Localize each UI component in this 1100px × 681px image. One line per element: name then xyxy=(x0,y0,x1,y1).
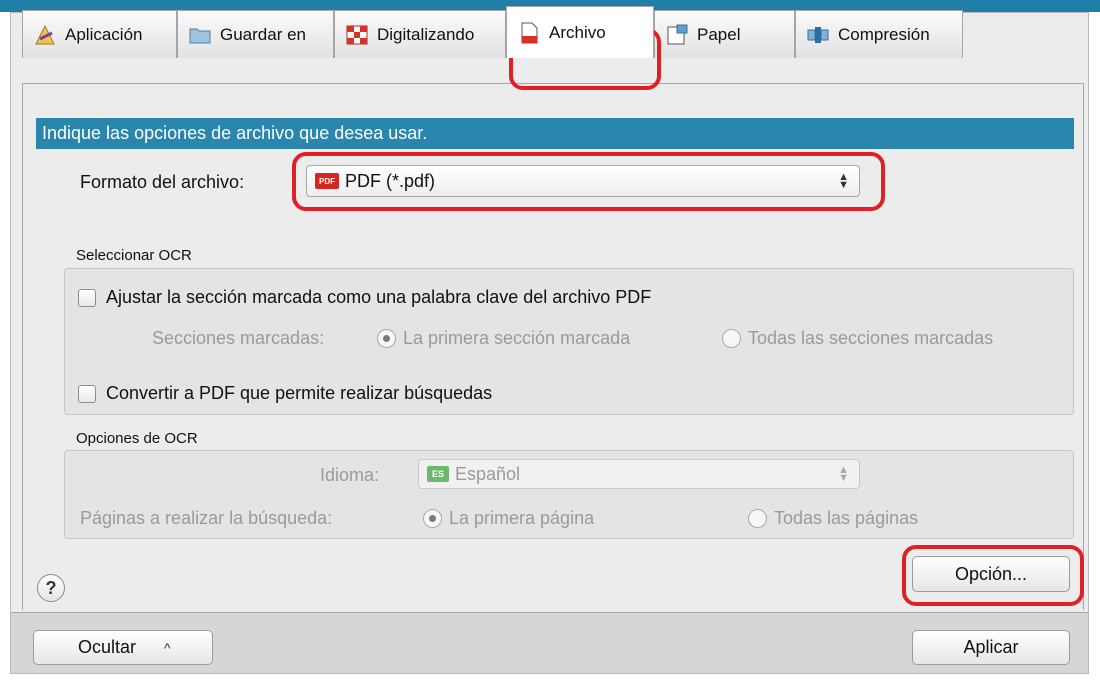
searchable-pdf-checkbox[interactable] xyxy=(78,385,96,403)
file-format-label: Formato del archivo: xyxy=(80,172,245,192)
folder-icon xyxy=(188,24,212,46)
tab-papel[interactable]: Papel xyxy=(654,10,795,58)
tab-digitalizando-label: Digitalizando xyxy=(377,24,475,44)
ocr-options-group-title: Opciones de OCR xyxy=(76,430,198,447)
tab-guardar-en[interactable]: Guardar en xyxy=(177,10,334,58)
chevron-updown-icon: ▲ ▼ xyxy=(838,171,849,191)
option-button[interactable]: Opción... xyxy=(912,556,1070,592)
tab-archivo-label: Archivo xyxy=(549,22,606,42)
hide-button[interactable]: Ocultar ^ xyxy=(33,630,213,665)
language-value: Español xyxy=(455,463,521,484)
keyword-checkbox-label: Ajustar la sección marcada como una pala… xyxy=(106,287,652,307)
tab-aplicacion[interactable]: Aplicación xyxy=(22,10,177,58)
radio-all-marked-sections[interactable] xyxy=(722,329,741,348)
scan-icon xyxy=(345,24,369,46)
tab-aplicacion-label: Aplicación xyxy=(65,24,143,44)
apply-button[interactable]: Aplicar xyxy=(912,630,1070,665)
language-flag-icon: ES xyxy=(427,466,449,482)
radio-all-marked-sections-label: Todas las secciones marcadas xyxy=(748,328,994,348)
tab-compresion[interactable]: Compresión xyxy=(795,10,963,58)
tab-papel-label: Papel xyxy=(697,24,741,44)
tab-archivo[interactable]: Archivo xyxy=(506,6,654,58)
file-icon xyxy=(517,22,541,44)
pdf-icon: PDF xyxy=(315,173,339,189)
application-icon xyxy=(33,24,57,46)
keyword-checkbox[interactable] xyxy=(78,289,96,307)
tab-compresion-label: Compresión xyxy=(838,24,930,44)
searchable-pdf-checkbox-label: Convertir a PDF que permite realizar bús… xyxy=(106,383,493,403)
file-format-value: PDF (*.pdf) xyxy=(345,170,436,191)
help-button[interactable]: ? xyxy=(37,574,65,602)
compression-icon xyxy=(806,24,830,46)
radio-all-pages-label: Todas las páginas xyxy=(774,508,919,528)
ocr-select-group-title: Seleccionar OCR xyxy=(76,247,192,264)
chevron-up-icon: ^ xyxy=(164,639,171,656)
hide-button-label: Ocultar xyxy=(78,637,137,657)
radio-first-page[interactable] xyxy=(423,509,442,528)
language-select[interactable]: ES Español ▲ ▼ xyxy=(418,459,860,489)
radio-first-marked-section-label: La primera sección marcada xyxy=(403,328,631,348)
radio-first-marked-section[interactable] xyxy=(377,329,396,348)
tab-digitalizando[interactable]: Digitalizando xyxy=(334,10,506,58)
pages-label: Páginas a realizar la búsqueda: xyxy=(80,508,333,528)
instruction-banner: Indique las opciones de archivo que dese… xyxy=(36,118,1074,149)
radio-all-pages[interactable] xyxy=(748,509,767,528)
tab-guardar-en-label: Guardar en xyxy=(220,24,306,44)
paper-icon xyxy=(665,24,689,46)
marked-sections-label: Secciones marcadas: xyxy=(152,328,325,348)
language-label: Idioma: xyxy=(320,465,380,485)
file-format-select[interactable]: PDF PDF (*.pdf) ▲ ▼ xyxy=(306,165,860,197)
radio-first-page-label: La primera página xyxy=(449,508,595,528)
chevron-updown-icon: ▲ ▼ xyxy=(838,464,849,484)
